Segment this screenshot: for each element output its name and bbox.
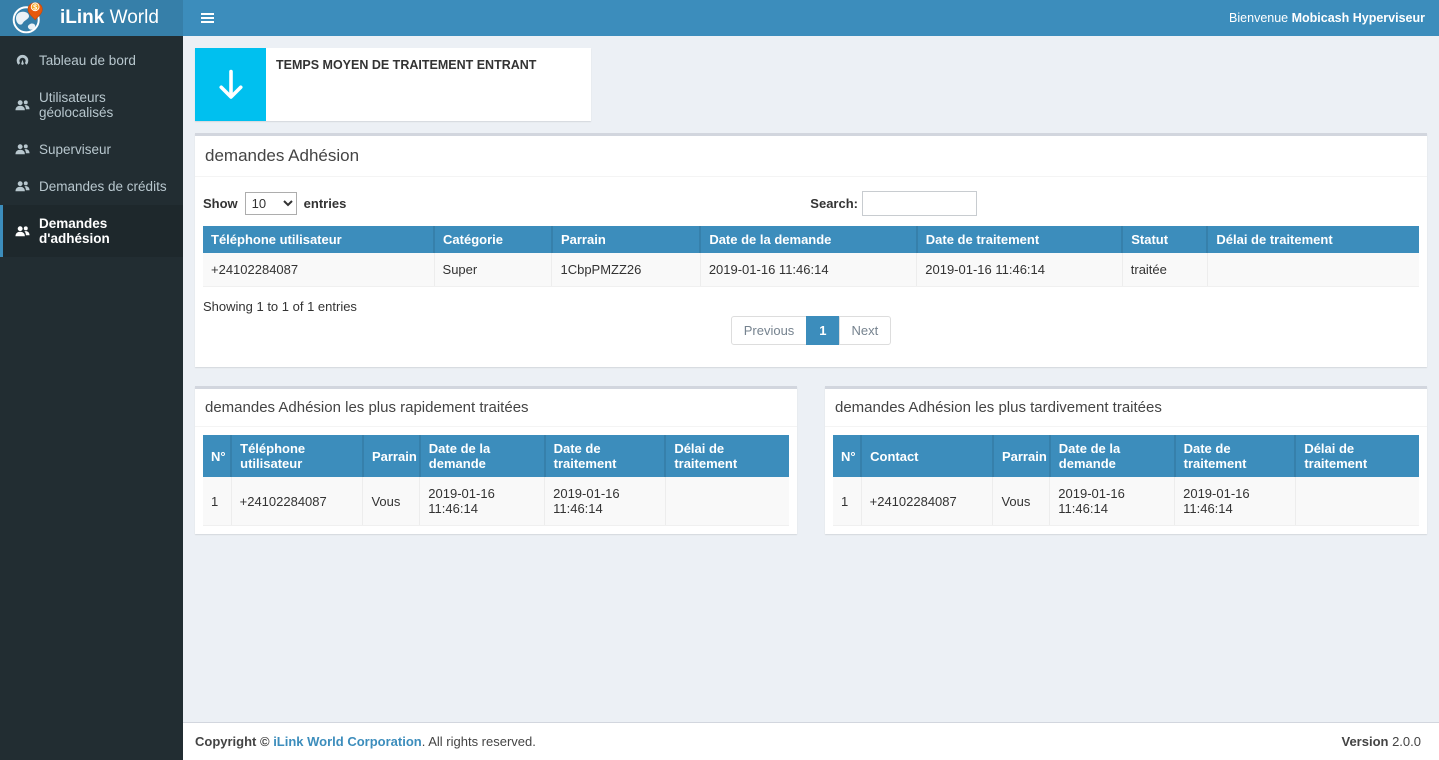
table-row: 1+24102284087Vous2019-01-16 11:46:142019…: [203, 477, 789, 526]
pagination-page-1-button[interactable]: 1: [806, 316, 839, 345]
top-navbar: $ iLink World Bienvenue Mobicash Hypervi…: [0, 0, 1439, 36]
column-header: Date de traitement: [545, 435, 666, 477]
sidebar-toggle-hamburger-icon[interactable]: [199, 9, 216, 27]
page-footer: Copyright © iLink World Corporation. All…: [183, 722, 1439, 760]
table-cell: 2019-01-16 11:46:14: [1175, 477, 1296, 526]
page-length-control: Show 10 entries: [203, 192, 346, 215]
column-header[interactable]: Téléphone utilisateur: [203, 226, 434, 253]
welcome-user-menu[interactable]: Bienvenue Mobicash Hyperviseur: [1229, 11, 1425, 25]
company-link[interactable]: iLink World Corporation: [273, 734, 422, 749]
table-cell: 2019-01-16 11:46:14: [1050, 477, 1175, 526]
demandes-adhesion-table: Téléphone utilisateurCatégorieParrainDat…: [203, 226, 1419, 287]
table-cell: [1207, 253, 1419, 287]
globe-pin-logo-icon: $: [10, 1, 46, 35]
pagination-previous-button[interactable]: Previous: [731, 316, 808, 345]
column-header: Date de traitement: [1175, 435, 1296, 477]
main-content: TEMPS MOYEN DE TRAITEMENT ENTRANT demand…: [183, 36, 1439, 722]
info-box-title: TEMPS MOYEN DE TRAITEMENT ENTRANT: [276, 58, 536, 72]
sidebar-item-demandes-adhesion[interactable]: Demandes d'adhésion: [0, 205, 183, 257]
sidebar-item-tableau-de-bord[interactable]: Tableau de bord: [0, 42, 183, 79]
panel-tardivement-traitees: demandes Adhésion les plus tardivement t…: [825, 386, 1427, 534]
table-cell: 2019-01-16 11:46:14: [700, 253, 916, 287]
brand-logo-area[interactable]: $ iLink World: [0, 0, 183, 36]
sidebar-item-label: Superviseur: [39, 142, 111, 157]
column-header[interactable]: Date de la demande: [700, 226, 916, 253]
sidebar-item-superviseur[interactable]: Superviseur: [0, 131, 183, 168]
sidebar-item-label: Utilisateurs géolocalisés: [39, 90, 178, 120]
table-cell: +24102284087: [203, 253, 434, 287]
tardivement-traitees-table: N°ContactParrainDate de la demandeDate d…: [833, 435, 1419, 526]
svg-text:$: $: [33, 3, 37, 11]
table-cell: 2019-01-16 11:46:14: [420, 477, 545, 526]
panel-rapidement-traitees: demandes Adhésion les plus rapidement tr…: [195, 386, 797, 534]
panel-title: demandes Adhésion les plus tardivement t…: [835, 399, 1417, 416]
users-icon: [15, 142, 30, 157]
pagination-next-button[interactable]: Next: [839, 316, 892, 345]
column-header: Date de la demande: [1050, 435, 1175, 477]
entries-label: entries: [304, 196, 347, 211]
search-control: Search:: [810, 191, 977, 216]
page-length-select[interactable]: 10: [245, 192, 297, 215]
column-header: Contact: [861, 435, 993, 477]
sidebar-item-label: Demandes d'adhésion: [39, 216, 178, 246]
column-header: Délai de traitement: [665, 435, 789, 477]
show-label: Show: [203, 196, 238, 211]
table-cell: 1: [203, 477, 231, 526]
info-box-temps-moyen: TEMPS MOYEN DE TRAITEMENT ENTRANT: [195, 48, 591, 121]
brand-title: iLink World: [60, 7, 159, 29]
sidebar: Tableau de bord Utilisateurs géolocalisé…: [0, 36, 183, 760]
column-header: Téléphone utilisateur: [231, 435, 363, 477]
table-cell: Vous: [363, 477, 420, 526]
column-header: Délai de traitement: [1295, 435, 1419, 477]
version-text: Version 2.0.0: [1342, 734, 1422, 749]
table-cell: 2019-01-16 11:46:14: [917, 253, 1123, 287]
table-cell: Vous: [993, 477, 1050, 526]
dashboard-icon: [15, 53, 30, 68]
column-header: Parrain: [363, 435, 420, 477]
search-label: Search:: [810, 196, 858, 211]
users-icon: [15, 98, 30, 113]
column-header: Date de la demande: [420, 435, 545, 477]
table-row: 1+24102284087Vous2019-01-16 11:46:142019…: [833, 477, 1419, 526]
column-header: N°: [833, 435, 861, 477]
sidebar-item-demandes-de-credits[interactable]: Demandes de crédits: [0, 168, 183, 205]
search-input[interactable]: [862, 191, 977, 216]
users-icon: [15, 224, 30, 239]
users-icon: [15, 179, 30, 194]
table-cell: +24102284087: [861, 477, 993, 526]
sidebar-item-utilisateurs-geolocalises[interactable]: Utilisateurs géolocalisés: [0, 79, 183, 131]
pagination: Previous 1 Next: [203, 316, 1419, 349]
sidebar-item-label: Demandes de crédits: [39, 179, 167, 194]
table-cell: traitée: [1122, 253, 1207, 287]
rapidement-traitees-table: N°Téléphone utilisateurParrainDate de la…: [203, 435, 789, 526]
panel-title: demandes Adhésion: [205, 146, 1417, 166]
column-header[interactable]: Catégorie: [434, 226, 552, 253]
column-header[interactable]: Date de traitement: [917, 226, 1123, 253]
column-header[interactable]: Parrain: [552, 226, 700, 253]
navbar-main: Bienvenue Mobicash Hyperviseur: [183, 0, 1439, 36]
copyright-text: Copyright © iLink World Corporation. All…: [195, 734, 536, 749]
table-cell: [665, 477, 789, 526]
panel-demandes-adhesion: demandes Adhésion Show 10 entries Search…: [195, 133, 1427, 367]
column-header[interactable]: Délai de traitement: [1207, 226, 1419, 253]
sidebar-item-label: Tableau de bord: [39, 53, 136, 68]
table-cell: [1295, 477, 1419, 526]
table-cell: 1: [833, 477, 861, 526]
column-header: N°: [203, 435, 231, 477]
arrow-down-icon: [195, 48, 266, 121]
table-cell: 2019-01-16 11:46:14: [545, 477, 666, 526]
table-row: +24102284087Super1CbpPMZZ262019-01-16 11…: [203, 253, 1419, 287]
table-cell: Super: [434, 253, 552, 287]
column-header[interactable]: Statut: [1122, 226, 1207, 253]
column-header: Parrain: [993, 435, 1050, 477]
table-cell: +24102284087: [231, 477, 363, 526]
table-cell: 1CbpPMZZ26: [552, 253, 700, 287]
table-info-text: Showing 1 to 1 of 1 entries: [203, 299, 1419, 314]
panel-title: demandes Adhésion les plus rapidement tr…: [205, 399, 787, 416]
